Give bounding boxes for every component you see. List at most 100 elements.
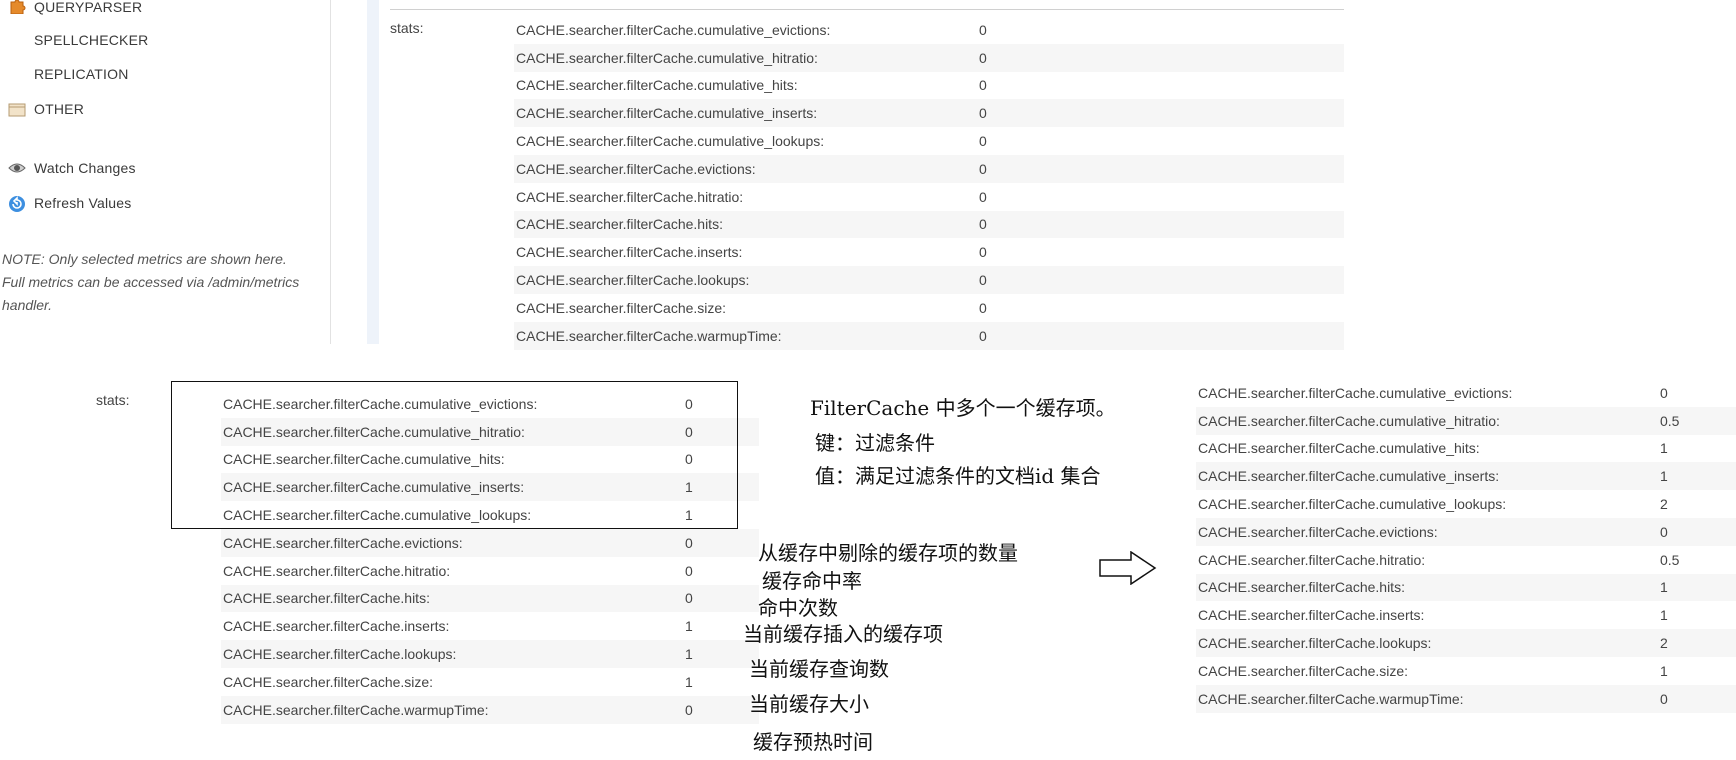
stat-value: 1: [1660, 468, 1668, 485]
stat-key: CACHE.searcher.filterCache.cumulative_ev…: [1198, 384, 1513, 401]
annotation-warmup: 缓存预热时间: [753, 730, 873, 754]
stat-value: 0: [979, 105, 987, 122]
table-row: CACHE.searcher.filterCache.lookups: 0: [514, 266, 1344, 294]
sidebar-item-other[interactable]: OTHER: [34, 101, 84, 117]
stat-value: 0: [685, 701, 693, 718]
stat-key: CACHE.searcher.filterCache.cumulative_in…: [516, 105, 818, 122]
stats-label: stats:: [390, 20, 424, 36]
table-row: CACHE.searcher.filterCache.evictions: 0: [514, 154, 1344, 183]
stat-value: 0: [979, 77, 987, 94]
stat-key: CACHE.searcher.filterCache.size:: [1198, 662, 1409, 679]
stat-key: CACHE.searcher.filterCache.hits:: [516, 216, 723, 233]
annotation-value: 值：满足过滤条件的文档id 集合: [815, 464, 1101, 488]
refresh-icon: [8, 195, 26, 212]
annotation-key: 键：过滤条件: [815, 431, 935, 455]
table-row: CACHE.searcher.filterCache.lookups: 1: [221, 640, 759, 668]
stat-value: 1: [685, 646, 693, 663]
stat-key: CACHE.searcher.filterCache.cumulative_hi…: [1198, 412, 1500, 429]
stat-key: CACHE.searcher.filterCache.size:: [516, 299, 727, 316]
stat-value: 1: [685, 618, 693, 635]
table-row: CACHE.searcher.filterCache.cumulative_lo…: [1196, 490, 1736, 518]
stat-value: 0: [979, 244, 987, 261]
stat-key: CACHE.searcher.filterCache.inserts:: [223, 618, 450, 635]
stat-value: 0: [685, 534, 693, 551]
stat-value: 1: [1660, 662, 1668, 679]
stat-value: 1: [1660, 579, 1668, 596]
table-row: CACHE.searcher.filterCache.hits: 0: [221, 584, 759, 613]
table-row: CACHE.searcher.filterCache.warmupTime: 0: [514, 321, 1344, 350]
table-row: CACHE.searcher.filterCache.cumulative_hi…: [514, 43, 1344, 72]
stats-table-later: CACHE.searcher.filterCache.cumulative_ev…: [1196, 379, 1736, 713]
stat-value: 0: [685, 590, 693, 607]
watch-changes-link[interactable]: Watch Changes: [34, 160, 136, 176]
annotation-lookups: 当前缓存查询数: [749, 657, 889, 681]
stat-key: CACHE.searcher.filterCache.cumulative_hi…: [516, 49, 818, 66]
stat-value: 0: [1660, 690, 1668, 707]
content-border-strip: [367, 0, 379, 344]
stat-value: 1: [1660, 607, 1668, 624]
stat-key: CACHE.searcher.filterCache.inserts:: [1198, 607, 1425, 624]
annotation-evictions: 从缓存中剔除的缓存项的数量: [758, 541, 1018, 565]
right-arrow-icon: [1099, 551, 1157, 585]
stat-value: 2: [1660, 496, 1668, 513]
annotation-inserts: 当前缓存插入的缓存项: [743, 622, 943, 646]
table-row: CACHE.searcher.filterCache.evictions: 0: [1196, 517, 1736, 546]
stat-key: CACHE.searcher.filterCache.inserts:: [516, 244, 743, 261]
stat-key: CACHE.searcher.filterCache.evictions:: [223, 534, 463, 551]
table-row: CACHE.searcher.filterCache.evictions: 0: [221, 528, 759, 557]
stat-key: CACHE.searcher.filterCache.warmupTime:: [223, 701, 489, 718]
stat-key: CACHE.searcher.filterCache.warmupTime:: [1198, 690, 1464, 707]
table-row: CACHE.searcher.filterCache.inserts: 0: [514, 238, 1344, 266]
stat-value: 1: [1660, 440, 1668, 457]
stat-key: CACHE.searcher.filterCache.hitratio:: [223, 562, 451, 579]
table-row: CACHE.searcher.filterCache.cumulative_hi…: [1196, 406, 1736, 435]
stats-table: CACHE.searcher.filterCache.cumulative_ev…: [514, 16, 1344, 350]
stat-value: 0: [979, 49, 987, 66]
table-row: CACHE.searcher.filterCache.size: 1: [1196, 657, 1736, 685]
stat-key: CACHE.searcher.filterCache.lookups:: [516, 272, 750, 289]
stat-value: 0: [1660, 523, 1668, 540]
stats-label: stats:: [96, 392, 130, 408]
stat-key: CACHE.searcher.filterCache.cumulative_hi…: [516, 77, 798, 94]
stat-value: 0: [1660, 384, 1668, 401]
folder-icon: [8, 102, 26, 118]
stat-key: CACHE.searcher.filterCache.size:: [223, 673, 434, 690]
refresh-values-link[interactable]: Refresh Values: [34, 195, 131, 211]
stat-value: 0: [979, 21, 987, 38]
table-row: CACHE.searcher.filterCache.hitratio: 0: [514, 183, 1344, 211]
table-row: CACHE.searcher.filterCache.size: 1: [221, 668, 759, 696]
metrics-note: NOTE: Only selected metrics are shown he…: [2, 251, 300, 313]
stat-value: 0: [979, 133, 987, 150]
sidebar-item-queryparser[interactable]: QUERYPARSER: [34, 0, 142, 15]
table-row: CACHE.searcher.filterCache.warmupTime: 0: [221, 695, 759, 724]
table-row: CACHE.searcher.filterCache.size: 0: [514, 294, 1344, 322]
table-row: CACHE.searcher.filterCache.inserts: 1: [221, 612, 759, 640]
stat-value: 0: [979, 327, 987, 344]
table-row: CACHE.searcher.filterCache.cumulative_in…: [1196, 462, 1736, 491]
stat-key: CACHE.searcher.filterCache.cumulative_lo…: [1198, 496, 1507, 513]
table-row: CACHE.searcher.filterCache.cumulative_hi…: [514, 72, 1344, 100]
stat-value: 0: [979, 272, 987, 289]
sidebar-item-replication[interactable]: REPLICATION: [34, 66, 129, 82]
table-row: CACHE.searcher.filterCache.cumulative_hi…: [1196, 435, 1736, 463]
sidebar-item-spellchecker[interactable]: SPELLCHECKER: [34, 32, 148, 48]
table-row: CACHE.searcher.filterCache.inserts: 1: [1196, 601, 1736, 629]
stat-key: CACHE.searcher.filterCache.hitratio:: [1198, 551, 1426, 568]
stat-key: CACHE.searcher.filterCache.lookups:: [223, 646, 457, 663]
table-row: CACHE.searcher.filterCache.hits: 0: [514, 210, 1344, 239]
table-row: CACHE.searcher.filterCache.cumulative_in…: [514, 99, 1344, 128]
table-row: CACHE.searcher.filterCache.cumulative_ev…: [514, 16, 1344, 44]
stat-value: 0.5: [1660, 551, 1680, 568]
stat-key: CACHE.searcher.filterCache.evictions:: [516, 160, 756, 177]
stat-key: CACHE.searcher.filterCache.cumulative_ev…: [516, 21, 831, 38]
puzzle-icon: [8, 0, 26, 15]
stat-value: 2: [1660, 635, 1668, 652]
annotation-hitratio: 缓存命中率: [762, 569, 862, 593]
stat-value: 1: [685, 673, 693, 690]
eye-icon: [8, 160, 26, 176]
table-row: CACHE.searcher.filterCache.cumulative_ev…: [1196, 379, 1736, 407]
stat-value: 0.5: [1660, 412, 1680, 429]
stat-key: CACHE.searcher.filterCache.evictions:: [1198, 523, 1438, 540]
highlight-box: [171, 381, 738, 529]
table-row: CACHE.searcher.filterCache.hitratio: 0.5: [1196, 546, 1736, 574]
